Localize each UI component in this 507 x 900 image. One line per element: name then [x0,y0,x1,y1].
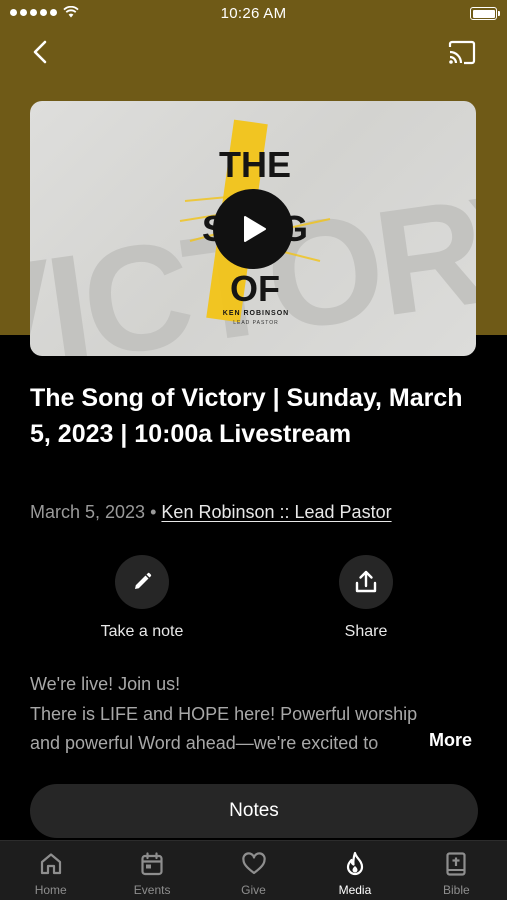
artwork-title-line-1: THE [219,144,291,185]
status-bar: 10:26 AM [0,0,507,28]
chevron-left-icon [33,40,47,64]
video-thumbnail[interactable]: VICTORY THE SONG OF KEN ROBINSON LEAD PA… [30,101,476,356]
heart-icon [241,852,266,875]
calendar-icon [141,852,163,876]
tab-give[interactable]: Give [203,841,304,900]
more-link[interactable]: More [429,730,472,751]
status-time: 10:26 AM [220,5,287,22]
tab-home-label: Home [34,883,67,897]
tab-bible-label: Bible [442,883,470,897]
tab-give-label: Give [241,883,266,897]
meta-separator: • [150,502,157,522]
home-icon [40,853,61,875]
artwork-speaker: KEN ROBINSON [223,310,289,317]
author-link[interactable]: Ken Robinson :: Lead Pastor [161,502,391,522]
cast-icon [448,40,476,65]
tab-bar: Home Events Give Media Bible [0,840,507,900]
artwork-speaker-role: LEAD PASTOR [233,320,279,326]
back-button[interactable] [27,38,55,66]
media-description: We're live! Join us! There is LIFE and H… [30,670,478,759]
bible-icon [446,852,466,876]
share-label: Share [344,623,388,640]
description-line-3: and powerful Word ahead—we're excited to [30,733,379,753]
tab-bible[interactable]: Bible [406,841,507,900]
tab-events-label: Events [133,883,171,897]
tab-home[interactable]: Home [0,841,101,900]
take-note-label: Take a note [100,623,184,640]
flame-icon [346,851,364,876]
cast-button[interactable] [447,40,477,66]
artwork-title-line-3: OF [230,268,280,309]
play-icon [244,216,266,242]
battery-icon [470,7,500,20]
media-meta: March 5, 2023 • Ken Robinson :: Lead Pas… [30,502,392,523]
tab-media-label: Media [338,883,372,897]
tab-media[interactable]: Media [304,841,405,900]
pencil-icon [135,572,152,589]
media-date: March 5, 2023 [30,502,146,522]
take-note-button[interactable]: Take a note [62,555,222,641]
media-title: The Song of Victory | Sunday, March 5, 2… [30,384,463,448]
description-line-2: There is LIFE and HOPE here! Powerful wo… [30,703,418,724]
share-circle[interactable] [339,555,393,609]
take-note-circle[interactable] [115,555,169,609]
description-line-1: We're live! Join us! [30,674,181,694]
share-button[interactable]: Share [286,555,446,641]
play-button[interactable] [213,189,293,269]
share-icon [355,570,377,593]
notes-button[interactable]: Notes [30,784,478,838]
tab-events[interactable]: Events [101,841,202,900]
